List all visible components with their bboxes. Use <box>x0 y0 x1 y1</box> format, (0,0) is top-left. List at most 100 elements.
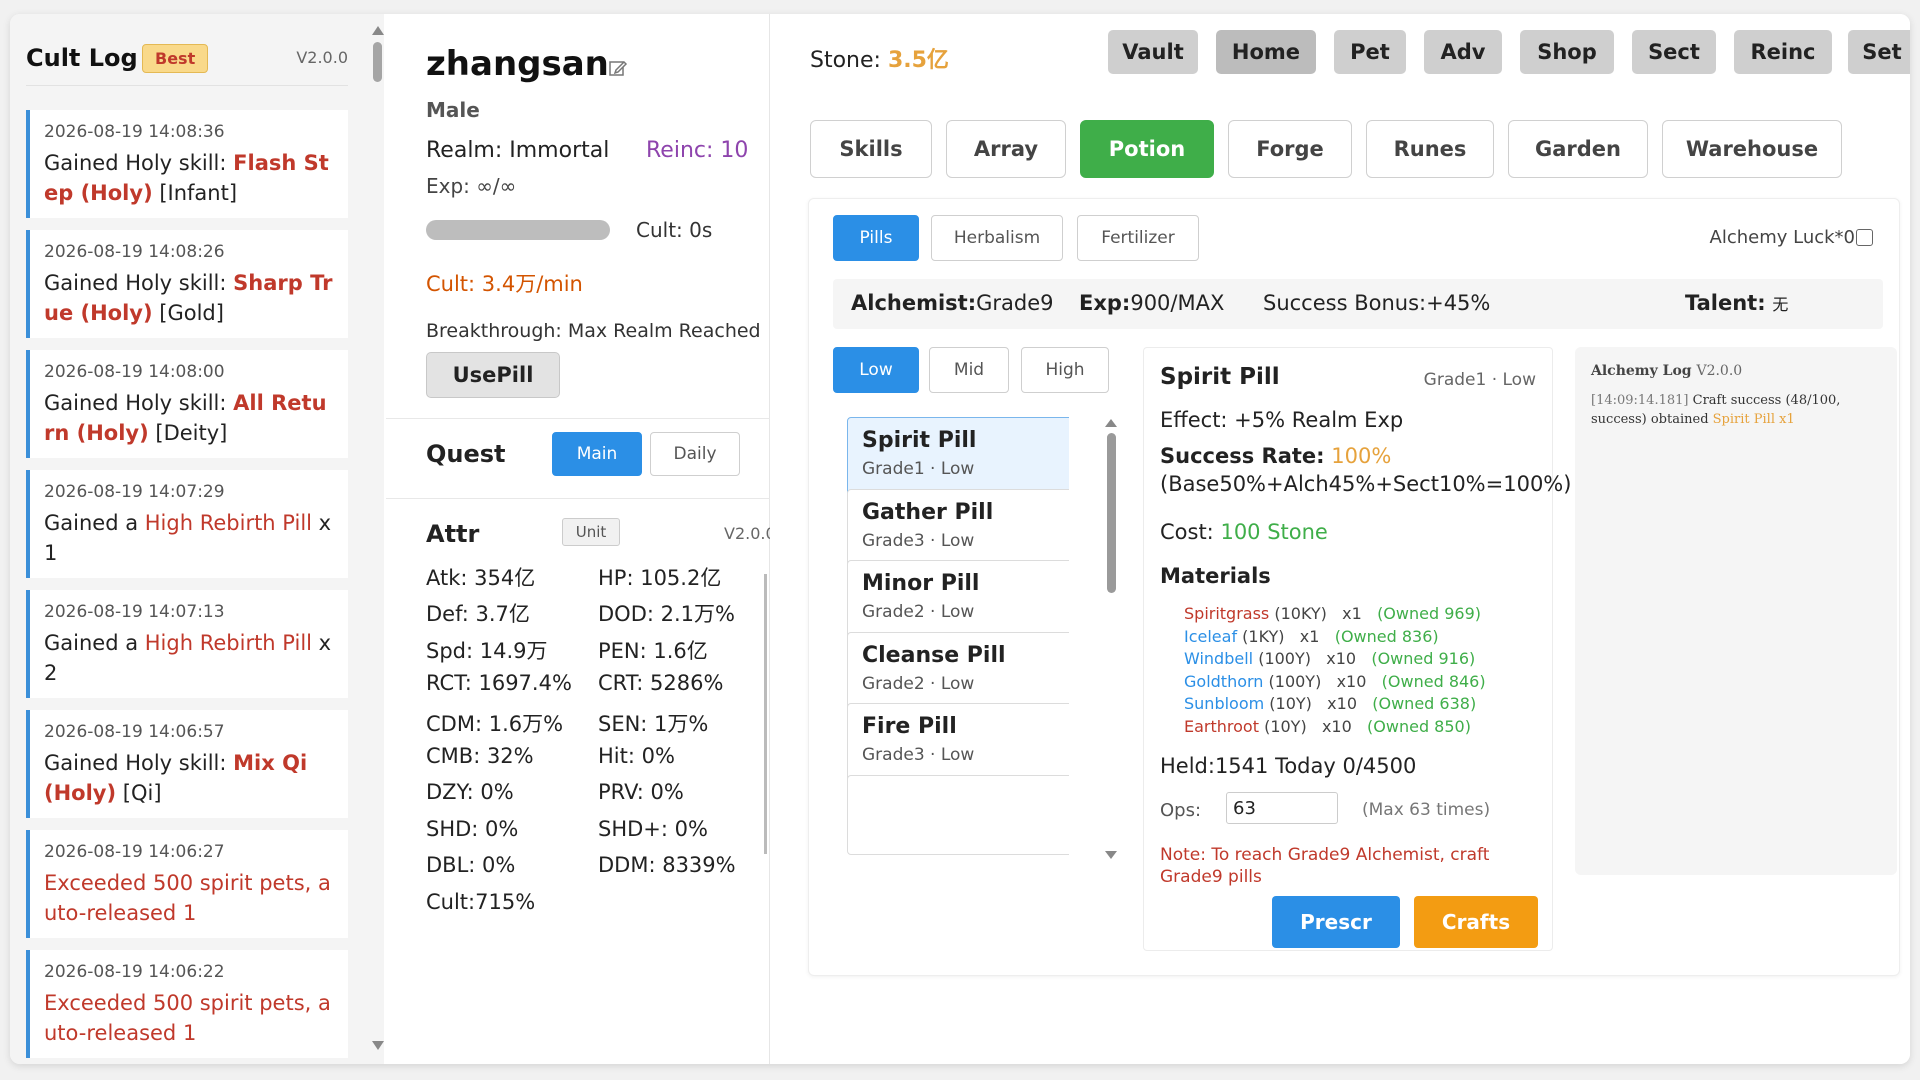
grade-tab-high[interactable]: High <box>1021 347 1109 393</box>
edit-icon[interactable] <box>608 58 628 78</box>
pill-grade: Grade2 · Low <box>862 602 975 622</box>
attr-value: Atk: 354亿 <box>426 566 536 590</box>
cult-log-panel: Cult Log Best V2.0.0 2026-08-19 14:08:36… <box>10 14 370 1064</box>
materials-title: Materials <box>1160 564 1271 588</box>
crafts-button[interactable]: Crafts <box>1414 896 1538 948</box>
nav-set-button[interactable]: Set <box>1848 30 1910 74</box>
nav-sect-button[interactable]: Sect <box>1632 30 1716 74</box>
pill-list-item[interactable]: Gather Pill Grade3 · Low <box>847 488 1069 569</box>
log-entry-time: 2026-08-19 14:06:22 <box>44 962 225 982</box>
use-pill-button[interactable]: UsePill <box>426 352 560 398</box>
scroll-thumb[interactable] <box>1107 433 1116 593</box>
quest-tab-daily[interactable]: Daily <box>650 432 740 476</box>
pill-grade: Grade3 · Low <box>862 745 975 765</box>
scroll-down-arrow-icon[interactable] <box>1105 851 1117 859</box>
nav-home-button[interactable]: Home <box>1216 30 1316 74</box>
prescr-button[interactable]: Prescr <box>1272 896 1400 948</box>
detail-success-rate: Success Rate: 100% <box>1160 444 1392 468</box>
category-garden-button[interactable]: Garden <box>1508 120 1648 178</box>
alchemy-log-panel: Alchemy Log V2.0.0 [14:09:14.181] Craft … <box>1575 347 1897 875</box>
log-scrollbar[interactable] <box>370 14 384 1064</box>
attr-value: PEN: 1.6亿 <box>598 638 708 663</box>
log-entry-time: 2026-08-19 14:08:26 <box>44 242 225 262</box>
scroll-down-arrow-icon[interactable] <box>372 1041 384 1050</box>
nav-reinc-button[interactable]: Reinc <box>1734 30 1832 74</box>
pill-detail-card: Spirit Pill Grade1 · Low Effect: +5% Rea… <box>1143 347 1571 951</box>
category-forge-button[interactable]: Forge <box>1228 120 1352 178</box>
scroll-up-arrow-icon[interactable] <box>1105 419 1117 427</box>
nav-adv-button[interactable]: Adv <box>1424 30 1502 74</box>
alchemy-luck-checkbox[interactable] <box>1856 229 1873 246</box>
log-entry-message: Gained Holy skill: Sharp True (Holy) [Go… <box>44 271 333 325</box>
ops-input[interactable] <box>1226 792 1338 824</box>
pill-grade: Grade1 · Low <box>862 459 975 479</box>
nav-pet-button[interactable]: Pet <box>1334 30 1406 74</box>
log-entry-message: Exceeded 500 spirit pets, auto-released … <box>44 871 331 925</box>
attr-value: SEN: 1万% <box>598 711 709 736</box>
log-entry-message: Gained Holy skill: All Return (Holy) [De… <box>44 391 327 445</box>
material-row: Spiritgrass (10KY) x1 (Owned 969) <box>1184 604 1481 623</box>
grade-tab-low[interactable]: Low <box>833 347 919 393</box>
app-window: Cult Log Best V2.0.0 2026-08-19 14:08:36… <box>10 14 1910 1064</box>
pill-name: Fire Pill <box>862 714 957 739</box>
cultivation-progress-bar <box>426 220 610 240</box>
pill-list-scrollbar[interactable] <box>1105 419 1117 859</box>
quest-tab-main[interactable]: Main <box>552 432 642 476</box>
scroll-up-arrow-icon[interactable] <box>372 26 384 35</box>
attr-value: RCT: 1697.4% <box>426 671 572 696</box>
category-potion-button[interactable]: Potion <box>1080 120 1214 178</box>
attr-scrollbar[interactable] <box>764 574 767 854</box>
attr-value: SHD+: 0% <box>598 816 708 841</box>
category-runes-button[interactable]: Runes <box>1366 120 1494 178</box>
subtab-pills[interactable]: Pills <box>833 215 919 261</box>
log-entry: 2026-08-19 14:08:36 Gained Holy skill: Fl… <box>26 110 348 218</box>
attr-value: Spd: 14.9万 <box>426 638 548 663</box>
log-entry: 2026-08-19 14:07:29 Gained a High Rebirth… <box>26 470 348 578</box>
log-entry: 2026-08-19 14:06:57 Gained Holy skill: Mi… <box>26 710 348 818</box>
attr-version: V2.0.0 <box>724 524 776 543</box>
pill-list-item[interactable]: Cleanse Pill Grade2 · Low <box>847 631 1069 712</box>
material-row: Sunbloom (10Y) x10 (Owned 638) <box>1184 694 1477 714</box>
unit-toggle-button[interactable]: Unit <box>562 518 620 546</box>
log-entry-message: Gained Holy skill: Flash Step (Holy) [In… <box>44 151 329 205</box>
log-entry: 2026-08-19 14:06:27 Exceeded 500 spirit p… <box>26 830 348 938</box>
alchemist-exp: Exp:900/MAX <box>1079 291 1225 315</box>
detail-pill-name: Spirit Pill <box>1160 364 1280 390</box>
scroll-thumb[interactable] <box>373 42 382 82</box>
log-entry: 2026-08-19 14:08:26 Gained Holy skill: Sh… <box>26 230 348 338</box>
pill-list-item[interactable]: Fire Pill Grade3 · Low <box>847 703 1069 783</box>
material-row: Earthroot (10Y) x10 (Owned 850) <box>1184 717 1471 736</box>
success-bonus: Success Bonus:+45% <box>1263 291 1491 315</box>
pill-list: Spirit Pill Grade1 · Low Gather Pill Grade3… <box>833 407 1069 867</box>
subtab-herbalism[interactable]: Herbalism <box>931 215 1063 261</box>
attr-value: PRV: 0% <box>598 780 684 805</box>
pill-grade: Grade3 · Low <box>862 530 975 551</box>
divider <box>386 498 770 499</box>
pill-grade: Grade2 · Low <box>862 673 975 694</box>
pill-name: Minor Pill <box>862 571 980 596</box>
nav-shop-button[interactable]: Shop <box>1520 30 1614 74</box>
material-row: Windbell (100Y) x10 (Owned 916) <box>1184 649 1476 669</box>
subtab-fertilizer[interactable]: Fertilizer <box>1077 215 1199 261</box>
grade-tab-mid[interactable]: Mid <box>929 347 1009 393</box>
pill-list-item[interactable] <box>847 774 1069 855</box>
log-version: V2.0.0 <box>296 48 348 67</box>
alchemy-log-title: Alchemy Log V2.0.0 <box>1591 363 1743 379</box>
log-list: 2026-08-19 14:08:36 Gained Holy skill: Fl… <box>26 110 348 1064</box>
log-entry-time: 2026-08-19 14:08:00 <box>44 362 225 382</box>
pill-list-item[interactable]: Spirit Pill Grade1 · Low <box>847 417 1069 497</box>
attr-value: HP: 105.2亿 <box>598 566 722 590</box>
category-skills-button[interactable]: Skills <box>810 120 932 178</box>
character-name: zhangsan <box>426 44 609 84</box>
cult-time: Cult: 0s <box>636 218 713 242</box>
detail-cost: Cost: 100 Stone <box>1160 520 1328 544</box>
log-entry-time: 2026-08-19 14:06:57 <box>44 722 225 742</box>
detail-success-formula: (Base50%+Alch45%+Sect10%=100%) <box>1160 472 1572 496</box>
pill-list-item[interactable]: Minor Pill Grade2 · Low <box>847 560 1069 640</box>
category-array-button[interactable]: Array <box>946 120 1066 178</box>
pill-name: Gather Pill <box>862 499 994 525</box>
nav-vault-button[interactable]: Vault <box>1108 30 1198 74</box>
log-header: Cult Log Best V2.0.0 <box>26 34 348 86</box>
category-warehouse-button[interactable]: Warehouse <box>1662 120 1842 178</box>
ops-label: Ops: <box>1160 800 1202 821</box>
